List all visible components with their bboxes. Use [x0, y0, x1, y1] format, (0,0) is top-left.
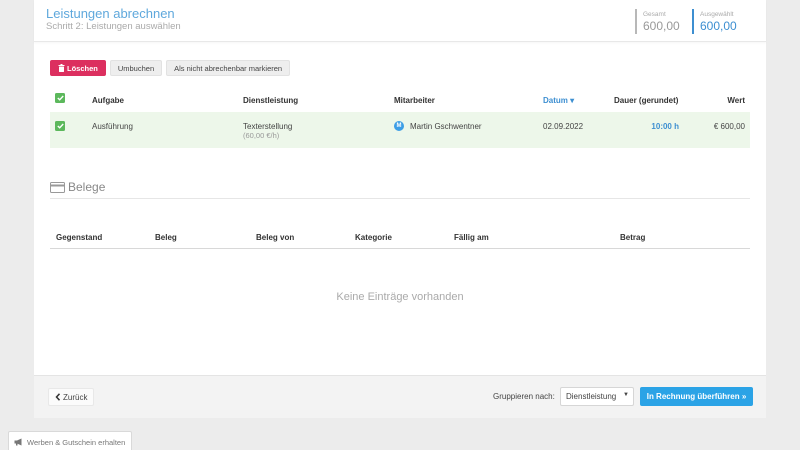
rebook-button[interactable]: Umbuchen [109, 60, 163, 76]
column-header-receipt: Beleg [155, 233, 177, 242]
trash-icon [58, 64, 65, 72]
delete-button[interactable]: Löschen [50, 60, 106, 76]
group-by-label: Gruppieren nach: [493, 392, 555, 401]
column-header-duration: Dauer (gerundet) [614, 96, 679, 105]
group-by-value: Dienstleistung [566, 392, 617, 401]
total-label: Gesamt [643, 11, 666, 18]
column-header-date[interactable]: Datum ▾ [543, 96, 574, 105]
selected-stat: Ausgewählt 600,00 [692, 9, 737, 34]
page-title: Leistungen abrechnen [46, 6, 175, 21]
column-header-due: Fällig am [454, 233, 489, 242]
chevron-left-icon [55, 393, 61, 401]
credit-card-icon [50, 181, 65, 193]
column-header-service: Dienstleistung [243, 96, 299, 105]
selected-label: Ausgewählt [700, 11, 734, 18]
convert-to-invoice-button[interactable]: In Rechnung überführen » [640, 387, 753, 406]
back-label: Zurück [63, 392, 88, 402]
action-toolbar: Löschen Umbuchen Als nicht abrechenbar m… [50, 60, 291, 76]
column-header-value: Wert [727, 96, 745, 105]
receipts-section-title: Belege [50, 180, 105, 194]
section-divider [50, 198, 750, 199]
column-header-category: Kategorie [355, 233, 392, 242]
step-subtitle: Schritt 2: Leistungen auswählen [46, 21, 181, 32]
check-icon [56, 95, 64, 101]
row-service: Texterstellung [243, 122, 293, 131]
column-header-receipt-from: Beleg von [256, 233, 295, 242]
select-all-checkbox[interactable] [55, 93, 65, 103]
group-by-select[interactable]: Dienstleistung ▼ [560, 387, 634, 406]
selected-value: 600,00 [700, 19, 737, 33]
billing-modal: Leistungen abrechnen Schritt 2: Leistung… [34, 0, 766, 418]
row-date: 02.09.2022 [543, 122, 584, 131]
date-header-label: Datum [543, 96, 568, 105]
column-header-task: Aufgabe [92, 96, 124, 105]
promo-button[interactable]: Werben & Gutschein erhalten [8, 431, 132, 450]
row-employee: Martin Gschwentner [410, 122, 482, 131]
delete-label: Löschen [67, 63, 98, 73]
row-value: € 600,00 [713, 122, 745, 131]
row-rate: (60,00 €/h) [243, 131, 280, 140]
row-checkbox[interactable] [55, 121, 65, 131]
row-duration[interactable]: 10:00 h [651, 122, 679, 131]
row-task: Ausführung [92, 122, 133, 131]
check-icon [56, 123, 64, 129]
avatar: M [394, 121, 404, 131]
column-header-subject: Gegenstand [56, 233, 103, 242]
total-stat: Gesamt 600,00 [635, 9, 680, 34]
column-header-amount: Betrag [620, 233, 646, 242]
total-value: 600,00 [643, 19, 680, 33]
promo-label: Werben & Gutschein erhalten [27, 437, 126, 447]
back-button[interactable]: Zurück [48, 388, 95, 406]
modal-footer: Zurück Gruppieren nach: Dienstleistung ▼… [34, 375, 766, 418]
column-header-employee: Mitarbeiter [394, 96, 435, 105]
empty-state: Keine Einträge vorhanden [336, 291, 464, 303]
table-divider [50, 248, 750, 249]
mark-not-billable-button[interactable]: Als nicht abrechenbar markieren [166, 60, 291, 76]
megaphone-icon [14, 438, 22, 446]
caret-down-icon: ▼ [623, 392, 629, 398]
modal-header: Leistungen abrechnen Schritt 2: Leistung… [34, 0, 766, 42]
sort-desc-icon: ▾ [570, 96, 575, 105]
receipts-title: Belege [68, 180, 106, 194]
